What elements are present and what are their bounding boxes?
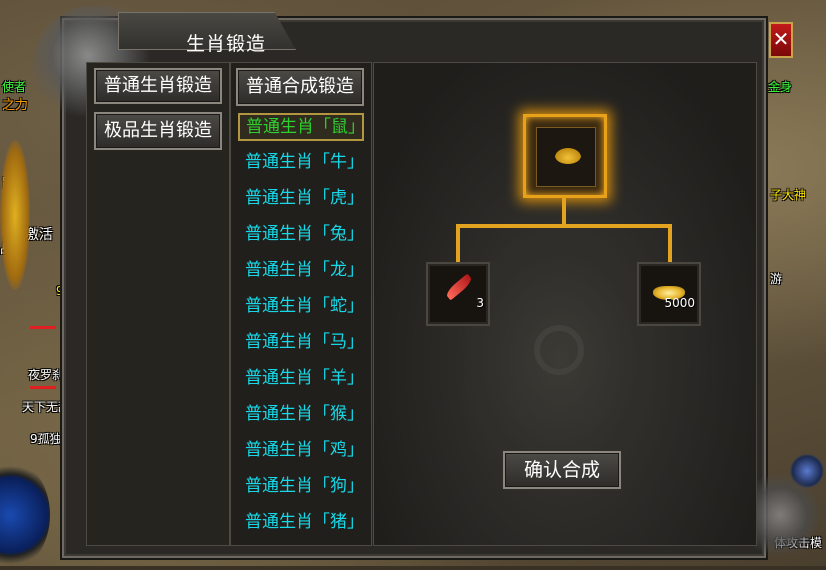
target-item-slot[interactable] [523,114,607,198]
zodiac-item-dragon[interactable]: 普通生肖「龙」 [245,256,371,284]
zodiac-item-rooster[interactable]: 普通生肖「鸡」 [245,436,371,464]
material-slot-feather[interactable]: 3 [426,262,490,326]
bg-power-label: 之力 [2,98,29,113]
zodiac-item-pig[interactable]: 普通生肖「猪」 [245,508,371,536]
bg-hp-bar [30,386,56,389]
bg-hp-bar [30,326,56,329]
bg-god-label: 子大神 [770,188,807,202]
zodiac-item-dog[interactable]: 普通生肖「狗」 [245,472,371,500]
target-item-frame [536,127,596,187]
zodiac-item-ox[interactable]: 普通生肖「牛」 [245,148,371,176]
golden-rat-icon [555,148,581,164]
tree-connector-line [668,224,672,262]
swirl-emblem-icon [534,325,584,375]
zodiac-item-snake[interactable]: 普通生肖「蛇」 [245,292,371,320]
bg-lonely-label: 9孤独 [30,432,62,446]
material-slot-gold[interactable]: 5000 [637,262,701,326]
normal-synthesis-forge-button[interactable]: 普通合成锻造 [236,68,364,106]
bg-jin-label: 金身 [768,80,793,94]
bg-you-label: 游 [770,272,783,286]
bg-glow-effect [0,140,30,290]
zodiac-item-goat[interactable]: 普通生肖「羊」 [245,364,371,392]
tree-connector-line [456,224,670,228]
red-feather-icon [444,273,474,301]
zodiac-item-rabbit[interactable]: 普通生肖「兔」 [245,220,371,248]
window-title: 生肖锻造 [186,33,267,55]
normal-zodiac-forge-tab[interactable]: 普通生肖锻造 [94,68,222,104]
bg-yaksha-label: 夜罗刹 [28,368,65,382]
zodiac-item-horse[interactable]: 普通生肖「马」 [245,328,371,356]
bg-player-name: 使者 [2,80,27,94]
zodiac-item-monkey[interactable]: 普通生肖「猴」 [245,400,371,428]
close-button[interactable]: ✕ [769,22,793,58]
confirm-synthesis-button[interactable]: 确认合成 [503,451,621,489]
tree-connector-line [562,198,566,226]
zodiac-item-rat[interactable]: 普通生肖「鼠」 [238,113,365,141]
material-quantity: 5000 [664,296,695,310]
premium-zodiac-forge-tab[interactable]: 极品生肖锻造 [94,112,222,150]
tree-connector-line [456,224,460,262]
material-quantity: 3 [476,296,484,310]
zodiac-item-tiger[interactable]: 普通生肖「虎」 [245,184,371,212]
